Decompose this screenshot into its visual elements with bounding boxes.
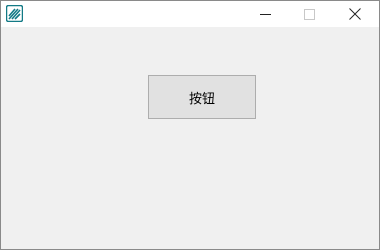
action-button-label: 按钮 <box>188 91 215 107</box>
app-window: 按钮 <box>0 0 380 250</box>
minimize-button[interactable] <box>243 1 287 27</box>
maximize-icon <box>303 8 315 20</box>
close-button[interactable] <box>333 1 377 27</box>
maximize-button[interactable] <box>287 1 331 27</box>
action-button[interactable]: 按钮 <box>148 75 256 119</box>
minimize-icon <box>259 9 271 20</box>
close-icon <box>349 8 361 20</box>
app-logo-icon <box>5 4 24 23</box>
title-bar[interactable] <box>1 1 379 27</box>
